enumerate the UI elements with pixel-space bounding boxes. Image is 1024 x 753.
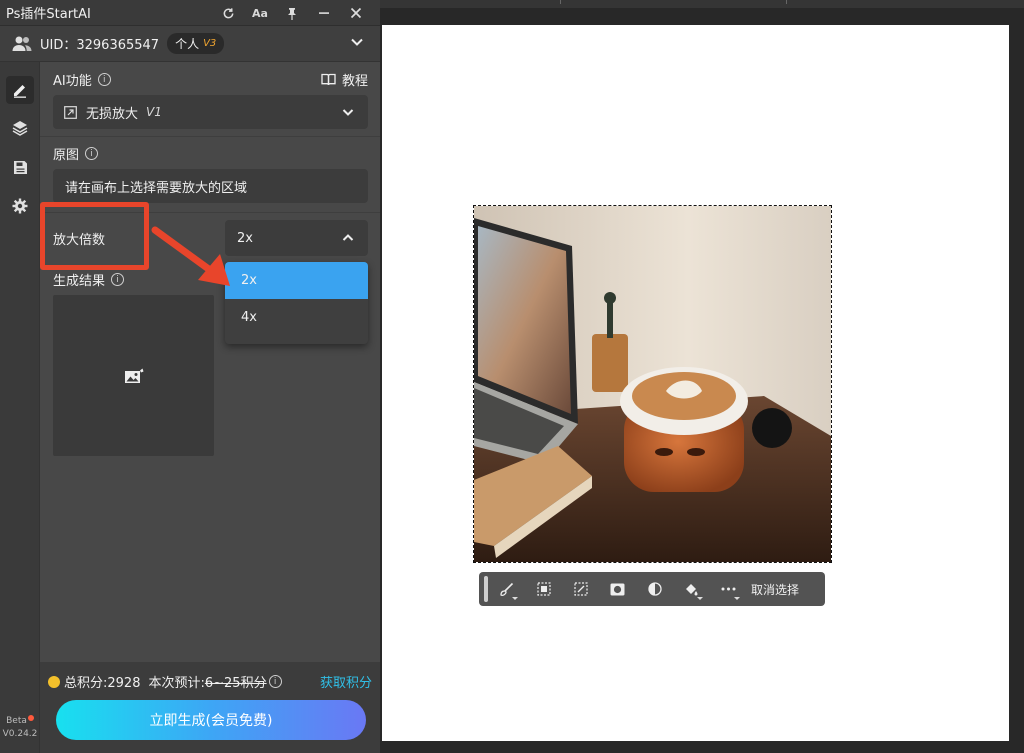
- contextual-task-bar: 取消选择: [479, 572, 825, 606]
- chevron-up-icon: [342, 234, 354, 241]
- panel-footer: 总积分:2928 本次预计: 6~25积分 i 获取积分 立即生成(会员免费): [40, 662, 380, 753]
- result-label: 生成结果 i: [53, 270, 125, 289]
- source-label-text: 原图: [53, 148, 80, 163]
- total-points: 总积分:2928: [64, 676, 141, 691]
- sidebar-item-save[interactable]: [6, 153, 34, 181]
- estimate-label: 本次预计:: [148, 676, 205, 691]
- sidebar-item-edit[interactable]: [6, 76, 34, 104]
- select-subject-icon: [536, 582, 551, 596]
- brush-select-tool[interactable]: [488, 572, 525, 606]
- save-icon: [13, 160, 27, 174]
- ai-function-value: 无损放大: [86, 106, 139, 122]
- mask-tool[interactable]: [599, 572, 636, 606]
- plugin-panel: Ps插件StartAI Aa UID：3296365547 个人 V3 Beta…: [0, 0, 380, 753]
- ai-function-version: V1: [146, 105, 162, 119]
- user-bar[interactable]: UID：3296365547 个人 V3: [0, 26, 380, 62]
- pencil-icon: [14, 85, 26, 98]
- result-label-text: 生成结果: [53, 274, 106, 289]
- info-icon[interactable]: i: [111, 273, 125, 286]
- select-subject-tool[interactable]: [525, 572, 562, 606]
- version-number: V0.24.2: [2, 729, 38, 739]
- tutorial-link[interactable]: 教程: [321, 70, 368, 89]
- transform-selection-tool[interactable]: [562, 572, 599, 606]
- image-placeholder-icon: [124, 368, 143, 383]
- update-dot: [27, 715, 34, 721]
- font-size-icon[interactable]: Aa: [244, 0, 276, 26]
- version-info: Beta V0.24.2: [0, 715, 40, 741]
- coin-icon: [48, 675, 60, 688]
- main-content: AI功能 i 教程 无损放大 V1 原图 i 请在画布上选择需要放大的区域 放大…: [40, 62, 380, 753]
- uid-text: UID：3296365547: [40, 38, 160, 53]
- ruler-tick: [786, 0, 787, 4]
- close-icon[interactable]: [340, 0, 372, 26]
- points-info: 总积分:2928 本次预计: 6~25积分 i: [48, 672, 282, 691]
- layers-icon: [12, 121, 28, 136]
- info-icon[interactable]: i: [268, 675, 282, 688]
- source-label: 原图 i: [53, 144, 99, 163]
- left-sidebar: Beta V0.24.2: [0, 62, 40, 753]
- half-circle-icon: [647, 582, 662, 596]
- more-icon: [721, 587, 736, 591]
- minimize-icon[interactable]: [308, 0, 340, 26]
- tier-badge: 个人 V3: [167, 33, 225, 54]
- sidebar-item-layers[interactable]: [6, 114, 34, 142]
- annotation-arrow-icon: [151, 226, 230, 286]
- ruler-tick: [560, 0, 561, 4]
- scale-option-4x[interactable]: 4x: [225, 299, 368, 336]
- tier-version: V3: [203, 38, 217, 49]
- fill-tool[interactable]: [673, 572, 710, 606]
- mask-icon: [610, 583, 625, 595]
- ai-function-label: AI功能 i: [53, 70, 111, 89]
- divider: [40, 136, 380, 137]
- title-bar: Ps插件StartAI Aa: [0, 0, 380, 26]
- ai-function-select[interactable]: 无损放大 V1: [53, 95, 368, 129]
- generate-button[interactable]: 立即生成(会员免费): [56, 700, 366, 740]
- sidebar-item-settings[interactable]: [6, 192, 34, 220]
- app-title: Ps插件StartAI: [6, 7, 91, 22]
- result-preview: [53, 295, 214, 456]
- scale-select[interactable]: 2x: [225, 220, 368, 256]
- users-icon: [12, 36, 32, 51]
- pin-icon[interactable]: [276, 0, 308, 26]
- selection-marquee[interactable]: [473, 205, 832, 563]
- tier-label: 个人: [175, 37, 200, 51]
- scale-option-2x[interactable]: 2x: [225, 262, 368, 299]
- chevron-down-icon[interactable]: [350, 35, 364, 49]
- refresh-icon[interactable]: [212, 0, 244, 26]
- beta-label: Beta: [6, 716, 27, 726]
- expand-icon: [64, 105, 77, 119]
- adjustment-tool[interactable]: [636, 572, 673, 606]
- brush-icon: [500, 582, 514, 596]
- cancel-selection-button[interactable]: 取消选择: [751, 581, 799, 598]
- estimate-range: 6~25积分: [204, 676, 267, 691]
- canvas-ruler: [380, 0, 1024, 8]
- annotation-highlight-box: [40, 202, 149, 270]
- gear-icon: [12, 198, 28, 214]
- more-options-tool[interactable]: [710, 572, 747, 606]
- info-icon[interactable]: i: [97, 73, 111, 86]
- ai-function-label-text: AI功能: [53, 74, 92, 89]
- paint-bucket-icon: [686, 583, 698, 595]
- info-icon[interactable]: i: [85, 147, 99, 160]
- scale-dropdown-menu: 2x 4x: [225, 262, 368, 344]
- book-icon: [321, 73, 336, 86]
- chevron-down-icon: [342, 109, 354, 116]
- source-placeholder: 请在画布上选择需要放大的区域: [65, 180, 248, 196]
- get-points-link[interactable]: 获取积分: [320, 672, 372, 691]
- tutorial-label: 教程: [341, 74, 368, 89]
- source-selection-field[interactable]: 请在画布上选择需要放大的区域: [53, 169, 368, 203]
- transform-icon: [573, 582, 588, 596]
